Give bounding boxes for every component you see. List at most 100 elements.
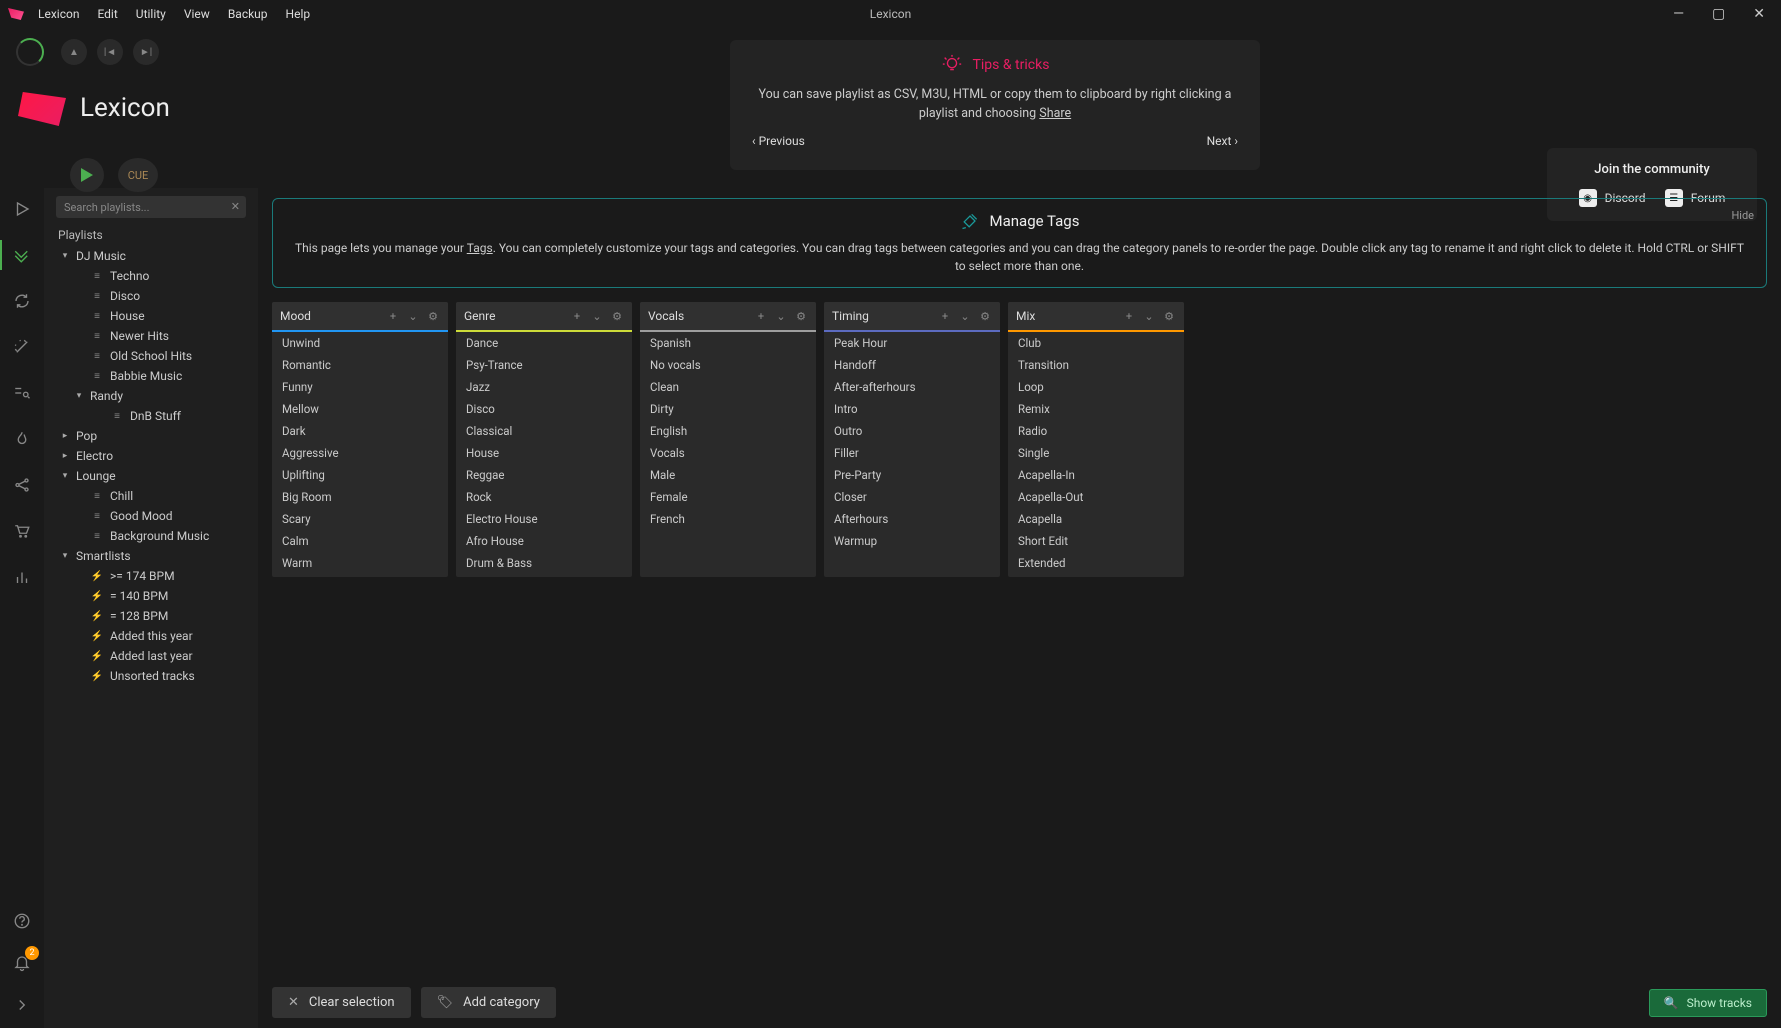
plus-icon[interactable]: +: [938, 310, 952, 323]
playlist-item[interactable]: ▾Lounge: [50, 466, 252, 486]
plus-icon[interactable]: +: [754, 310, 768, 323]
rail-fire[interactable]: [11, 428, 33, 450]
playlist-item[interactable]: ▸⚡>= 174 BPM: [50, 566, 252, 586]
playlist-item[interactable]: ▸⚡= 140 BPM: [50, 586, 252, 606]
tag-item[interactable]: Mellow: [272, 398, 448, 420]
tag-category-panel[interactable]: Vocals+⌄⚙SpanishNo vocalsCleanDirtyEngli…: [640, 302, 816, 577]
tag-item[interactable]: Intro: [824, 398, 1000, 420]
gear-icon[interactable]: ⚙: [794, 310, 808, 323]
rail-notifications[interactable]: 2: [11, 952, 33, 974]
playlist-item[interactable]: ▸≡Old School Hits: [50, 346, 252, 366]
tag-category-panel[interactable]: Genre+⌄⚙DancePsy-TranceJazzDiscoClassica…: [456, 302, 632, 577]
playlist-item[interactable]: ▸⚡Unsorted tracks: [50, 666, 252, 686]
tag-item[interactable]: Dubstep: [456, 574, 632, 577]
tag-item[interactable]: Acapella: [1008, 508, 1184, 530]
tag-item[interactable]: French: [640, 508, 816, 530]
tag-item[interactable]: Romantic: [272, 354, 448, 376]
chevron-down-icon[interactable]: ⌄: [1142, 310, 1156, 323]
menu-backup[interactable]: Backup: [228, 7, 268, 21]
playlist-item[interactable]: ▸⚡Added last year: [50, 646, 252, 666]
tag-item[interactable]: Male: [640, 464, 816, 486]
search-clear-button[interactable]: ✕: [231, 200, 240, 213]
tag-item[interactable]: Uplifting: [272, 464, 448, 486]
rail-cart[interactable]: [11, 520, 33, 542]
chevron-down-icon[interactable]: ⌄: [406, 310, 420, 323]
tag-item[interactable]: Acapella-Out: [1008, 486, 1184, 508]
plus-icon[interactable]: +: [1122, 310, 1136, 323]
rail-search[interactable]: [11, 382, 33, 404]
clear-selection-button[interactable]: ✕ Clear selection: [272, 987, 411, 1018]
tag-item[interactable]: Psy-Trance: [456, 354, 632, 376]
menu-utility[interactable]: Utility: [136, 7, 166, 21]
rail-stats[interactable]: [11, 566, 33, 588]
playlist-item[interactable]: ▸≡Chill: [50, 486, 252, 506]
tag-item[interactable]: Warmup: [824, 530, 1000, 552]
gear-icon[interactable]: ⚙: [426, 310, 440, 323]
rail-expand[interactable]: [11, 994, 33, 1016]
playlist-item[interactable]: ▸Electro: [50, 446, 252, 466]
tag-item[interactable]: Acapella-In: [1008, 464, 1184, 486]
tag-item[interactable]: Outro: [824, 420, 1000, 442]
tag-item[interactable]: English: [640, 420, 816, 442]
playlist-item[interactable]: ▸≡Babbie Music: [50, 366, 252, 386]
rail-sync[interactable]: [11, 290, 33, 312]
chevron-down-icon[interactable]: ⌄: [958, 310, 972, 323]
tag-item[interactable]: Radio: [1008, 420, 1184, 442]
tag-item[interactable]: Transition: [1008, 354, 1184, 376]
tag-item[interactable]: Drum & Bass: [456, 552, 632, 574]
tag-item[interactable]: Rock: [456, 486, 632, 508]
playlist-item[interactable]: ▾Smartlists: [50, 546, 252, 566]
playlist-item[interactable]: ▸≡House: [50, 306, 252, 326]
rail-share[interactable]: [11, 474, 33, 496]
tag-item[interactable]: Classical: [456, 420, 632, 442]
tag-item[interactable]: Remix: [1008, 398, 1184, 420]
menu-view[interactable]: View: [184, 7, 210, 21]
tag-item[interactable]: Single: [1008, 442, 1184, 464]
chevron-down-icon[interactable]: ⌄: [774, 310, 788, 323]
gear-icon[interactable]: ⚙: [978, 310, 992, 323]
playlist-item[interactable]: ▸⚡Added this year: [50, 626, 252, 646]
tag-item[interactable]: Afterhours: [824, 508, 1000, 530]
prev-track-button[interactable]: |◄: [97, 39, 123, 65]
tips-prev-button[interactable]: ‹ Previous: [752, 134, 805, 148]
tag-item[interactable]: Calm: [272, 530, 448, 552]
tag-item[interactable]: Pre-Party: [824, 464, 1000, 486]
tag-item[interactable]: Electro House: [456, 508, 632, 530]
tag-item[interactable]: Dirty: [640, 398, 816, 420]
playlist-item[interactable]: ▸≡DnB Stuff: [50, 406, 252, 426]
tips-share-link[interactable]: Share: [1039, 106, 1071, 121]
playlist-item[interactable]: ▸Pop: [50, 426, 252, 446]
tag-item[interactable]: Scary: [272, 508, 448, 530]
tag-item[interactable]: Female: [640, 486, 816, 508]
tag-item[interactable]: Disco: [456, 398, 632, 420]
maximize-button[interactable]: ▢: [1712, 6, 1725, 22]
tag-category-panel[interactable]: Mix+⌄⚙ClubTransitionLoopRemixRadioSingle…: [1008, 302, 1184, 577]
plus-icon[interactable]: +: [386, 310, 400, 323]
playlist-item[interactable]: ▸≡Techno: [50, 266, 252, 286]
tag-item[interactable]: Club: [1008, 332, 1184, 354]
tips-next-button[interactable]: Next ›: [1207, 134, 1238, 148]
menu-edit[interactable]: Edit: [97, 7, 117, 21]
chevron-down-icon[interactable]: ⌄: [590, 310, 604, 323]
tag-item[interactable]: Unwind: [272, 332, 448, 354]
close-button[interactable]: ✕: [1753, 6, 1765, 22]
rail-help[interactable]: [11, 910, 33, 932]
tag-item[interactable]: Spanish: [640, 332, 816, 354]
tag-item[interactable]: Jazz: [456, 376, 632, 398]
tag-item[interactable]: Sad: [272, 574, 448, 577]
playlist-item[interactable]: ▸≡Background Music: [50, 526, 252, 546]
gear-icon[interactable]: ⚙: [1162, 310, 1176, 323]
tag-item[interactable]: Closer: [824, 486, 1000, 508]
rail-tags[interactable]: [11, 244, 33, 266]
playlist-item[interactable]: ▸≡Good Mood: [50, 506, 252, 526]
tag-category-panel[interactable]: Timing+⌄⚙Peak HourHandoffAfter-afterhour…: [824, 302, 1000, 577]
menu-help[interactable]: Help: [286, 7, 311, 21]
tag-item[interactable]: Peak Hour: [824, 332, 1000, 354]
info-hide-button[interactable]: Hide: [1731, 209, 1754, 222]
search-playlists-input[interactable]: [56, 196, 246, 218]
tag-item[interactable]: Clean: [640, 376, 816, 398]
tag-item[interactable]: Handoff: [824, 354, 1000, 376]
show-tracks-button[interactable]: 🔍 Show tracks: [1649, 989, 1767, 1017]
tag-item[interactable]: Short Edit: [1008, 530, 1184, 552]
eject-button[interactable]: ▲: [61, 39, 87, 65]
